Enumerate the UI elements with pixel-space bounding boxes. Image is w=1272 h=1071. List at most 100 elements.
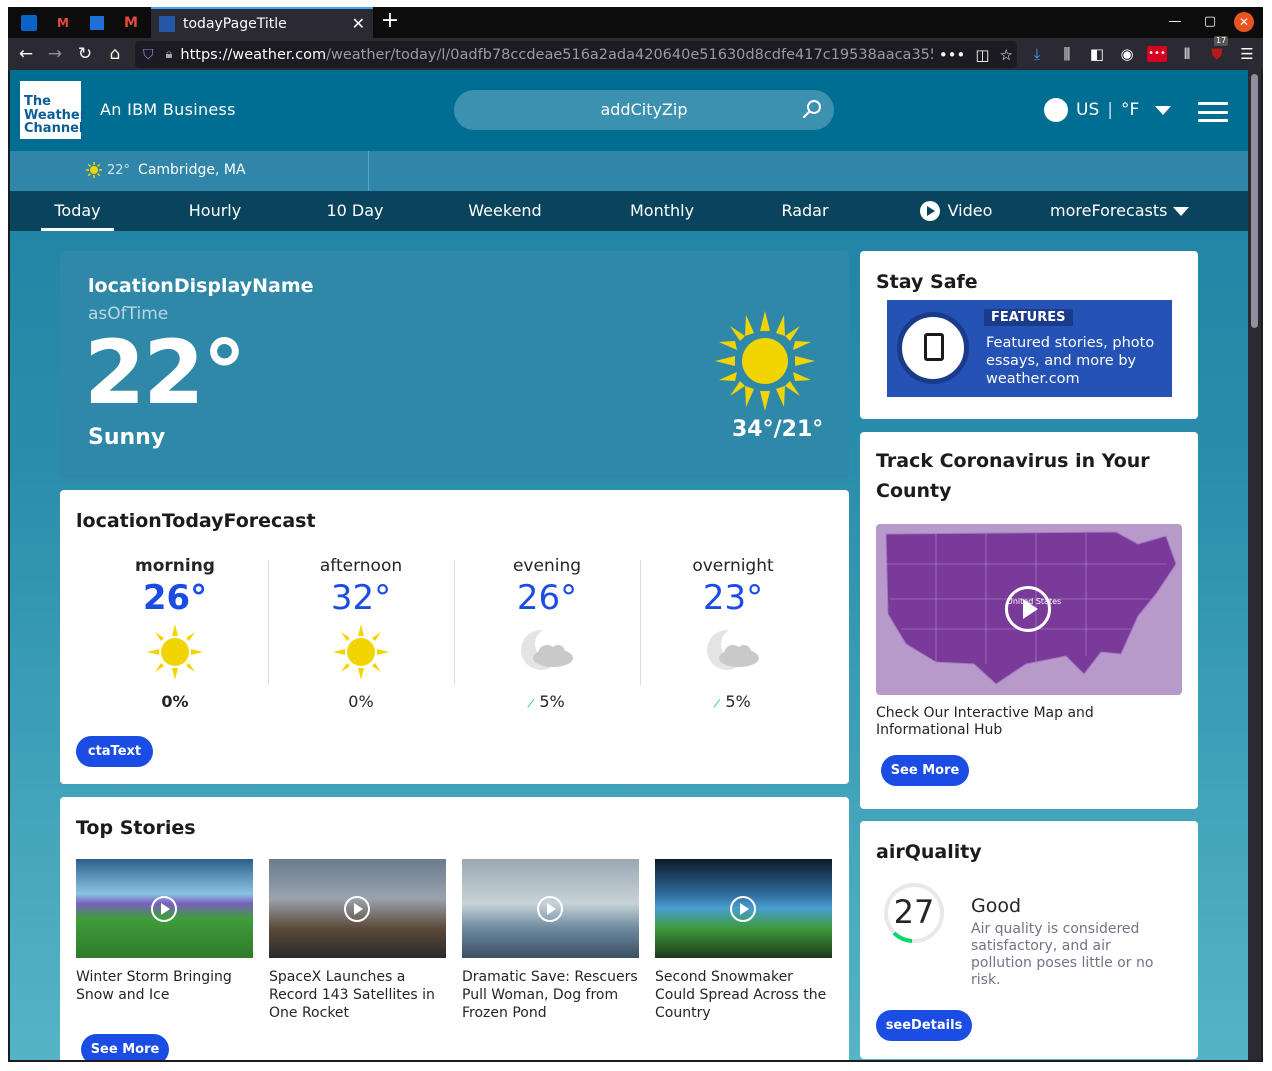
- cta-button[interactable]: ctaText: [76, 736, 153, 767]
- today-forecast-card: locationTodayForecast morning 26° 0% aft…: [60, 490, 849, 784]
- page-actions-icon[interactable]: •••: [939, 46, 966, 64]
- forecast-column-afternoon[interactable]: afternoon 32° 0%: [268, 556, 454, 711]
- weather-channel-logo[interactable]: The Weather Channel: [20, 81, 87, 139]
- forecast-precip-row: /5%: [640, 692, 826, 711]
- forecast-label: afternoon: [319, 556, 403, 576]
- extension-icon[interactable]: •••: [1147, 46, 1167, 62]
- story-card[interactable]: Second Snowmaker Could Spread Across the…: [655, 859, 832, 1022]
- new-tab-button[interactable]: +: [378, 10, 402, 34]
- tab-video[interactable]: Video: [916, 191, 996, 231]
- forecast-temp: 32°: [330, 578, 392, 618]
- tab-more-forecasts[interactable]: moreForecasts: [1050, 191, 1190, 231]
- maximize-button[interactable]: ▢: [1200, 12, 1220, 32]
- close-tab-icon[interactable]: ✕: [352, 14, 365, 33]
- story-headline: Winter Storm Bringing Snow and Ice: [76, 969, 232, 1003]
- weather-favicon-icon: [159, 15, 175, 32]
- library-icon[interactable]: ⫼: [1057, 44, 1077, 64]
- download-icon[interactable]: ⤓: [1027, 44, 1047, 64]
- forecast-precip: 0%: [348, 692, 374, 711]
- url-bar[interactable]: ⛉ 🔒︎ https://weather.com/weather/today/l…: [135, 41, 1017, 68]
- card-title: locationTodayForecast: [76, 510, 316, 532]
- tab-radar[interactable]: Radar: [774, 191, 836, 231]
- location-strip: 22° Cambridge, MA: [10, 151, 1248, 191]
- app-icon: [90, 16, 104, 30]
- browser-window: M M todayPageTitle ✕ + — ▢ ✕ ← → ↻ ⌂ ⛉ 🔒…: [8, 7, 1263, 1062]
- locale-unit: °F: [1120, 100, 1140, 120]
- saved-location-temp: 22°: [107, 162, 131, 178]
- search-icon[interactable]: [802, 99, 822, 119]
- ibm-business-text: An IBM Business: [100, 100, 236, 119]
- high-low-temps: 34°/21°: [732, 417, 824, 442]
- outlook-icon: [21, 15, 37, 31]
- saved-location-chip[interactable]: 22° Cambridge, MA: [85, 161, 246, 179]
- aqi-category: Good: [971, 895, 1022, 917]
- pinned-tab-outlook[interactable]: [14, 11, 44, 35]
- reload-button[interactable]: ↻: [74, 43, 96, 65]
- forecast-column-evening[interactable]: evening 26° /5%: [454, 556, 640, 711]
- see-more-button[interactable]: See More: [881, 755, 969, 786]
- page-scrollbar[interactable]: [1248, 70, 1261, 1060]
- tab-weekend[interactable]: Weekend: [462, 191, 548, 231]
- us-map-video[interactable]: United States: [876, 524, 1182, 695]
- forward-button[interactable]: →: [44, 43, 66, 65]
- back-button[interactable]: ←: [15, 43, 37, 65]
- locale-country: US: [1076, 100, 1100, 120]
- aqi-description: Air quality is considered satisfactory, …: [971, 921, 1154, 988]
- sidebar-icon[interactable]: ◧: [1087, 44, 1107, 64]
- extension-bars-icon[interactable]: ⦀: [1177, 44, 1197, 64]
- minimize-button[interactable]: —: [1165, 12, 1185, 32]
- pinned-tab-app[interactable]: [82, 11, 112, 35]
- chevron-down-icon: [1155, 105, 1172, 115]
- story-card[interactable]: SpaceX Launches a Record 143 Satellites …: [269, 859, 446, 1022]
- tracking-shield-icon[interactable]: ⛉: [143, 47, 154, 63]
- sun-icon: [86, 162, 102, 178]
- tab-more-label: moreForecasts: [1050, 201, 1168, 220]
- scrollbar-thumb[interactable]: [1251, 74, 1258, 328]
- account-icon[interactable]: ◉: [1117, 44, 1137, 64]
- home-button[interactable]: ⌂: [104, 43, 126, 65]
- active-tab[interactable]: todayPageTitle ✕: [151, 7, 373, 38]
- card-title: Track Coronavirus in Your County: [876, 450, 1150, 502]
- tab-hourly[interactable]: Hourly: [182, 191, 248, 231]
- pinned-tab-gmail-2[interactable]: M: [116, 11, 146, 35]
- tab-monthly[interactable]: Monthly: [622, 191, 702, 231]
- story-headline: Second Snowmaker Could Spread Across the…: [655, 969, 827, 1021]
- current-conditions-card: locationDisplayName asOfTime 22° Sunny 3…: [60, 251, 849, 478]
- forecast-column-morning[interactable]: morning 26° 0%: [82, 556, 268, 711]
- logo-line-2: Weather: [24, 107, 87, 123]
- url-path: /weather/today/l/0adfb78ccdeae516a2ada42…: [326, 46, 949, 63]
- bookmark-star-icon[interactable]: ☆: [1000, 46, 1013, 64]
- play-icon: [919, 201, 940, 221]
- ublock-icon[interactable]: ⛊ 17: [1207, 36, 1229, 64]
- card-title: Stay Safe: [876, 271, 978, 293]
- story-card[interactable]: Dramatic Save: Rescuers Pull Woman, Dog …: [462, 859, 639, 1022]
- see-more-button[interactable]: See More: [81, 1034, 169, 1060]
- play-icon: [537, 896, 563, 922]
- tab-today[interactable]: Today: [41, 191, 114, 231]
- close-window-button[interactable]: ✕: [1234, 12, 1254, 32]
- forecast-temp: 26°: [516, 578, 578, 618]
- features-banner[interactable]: FEATURES Featured stories, photo essays,…: [887, 300, 1172, 397]
- story-thumbnail: [269, 859, 446, 958]
- moon-cloud-icon: [521, 628, 573, 670]
- pinned-tab-gmail-1[interactable]: M: [48, 11, 78, 35]
- globe-icon: [1044, 98, 1068, 122]
- forecast-label: evening: [512, 556, 582, 576]
- story-card[interactable]: Winter Storm Bringing Snow and Ice: [76, 859, 253, 1004]
- card-title: airQuality: [876, 841, 982, 863]
- web-page: The Weather Channel An IBM Business addC…: [10, 70, 1248, 1060]
- see-details-button[interactable]: seeDetails: [876, 1010, 972, 1041]
- forecast-precip: 5%: [539, 692, 565, 711]
- current-temperature: 22°: [84, 321, 246, 424]
- pocket-icon[interactable]: ◫: [975, 46, 989, 64]
- menu-icon[interactable]: [1198, 102, 1228, 122]
- app-menu-icon[interactable]: ☰: [1237, 44, 1257, 64]
- site-header: The Weather Channel An IBM Business addC…: [10, 70, 1248, 151]
- lock-icon[interactable]: 🔒︎: [166, 47, 173, 62]
- forecast-temp: 26°: [142, 578, 208, 618]
- locale-selector[interactable]: US | °F: [1044, 98, 1172, 122]
- search-input[interactable]: addCityZip: [454, 90, 834, 130]
- play-icon[interactable]: [1005, 586, 1051, 632]
- forecast-column-overnight[interactable]: overnight 23° /5%: [640, 556, 826, 711]
- tab-10-day[interactable]: 10 Day: [322, 191, 388, 231]
